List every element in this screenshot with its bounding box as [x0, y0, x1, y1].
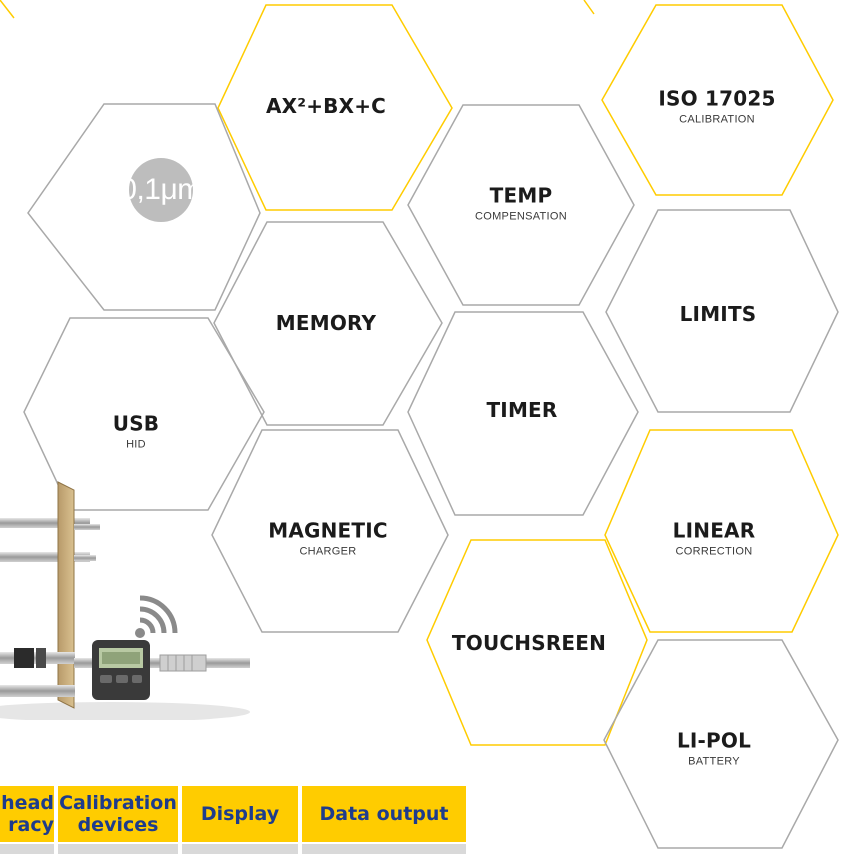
hex-label-magnetic: MAGNETIC CHARGER	[268, 519, 388, 558]
table-row-strip	[182, 844, 298, 854]
table-header-cell: Display	[182, 786, 298, 842]
table-row-strip	[302, 844, 466, 854]
table-header-cell: Data output	[302, 786, 466, 842]
hex-label-limits: LIMITS	[680, 302, 757, 326]
hex-title: ISO 17025	[658, 86, 776, 111]
frame-plate	[57, 481, 75, 709]
table-header-label: Data output	[319, 803, 449, 825]
hex-subtitle: CORRECTION	[675, 545, 753, 558]
hex-edge-fragment	[0, 0, 15, 19]
hex-title: TEMP	[489, 183, 553, 208]
spec-table-header: head racy Calibration devices Display Da…	[0, 786, 466, 842]
table-header-cell: Calibration devices	[58, 786, 178, 842]
table-header-cell: head racy	[0, 786, 54, 842]
hex-subtitle: HID	[126, 438, 146, 451]
table-row-strip	[58, 844, 178, 854]
hex-title: MAGNETIC	[268, 518, 388, 543]
hex-edge-fragment	[583, 0, 595, 15]
hex-subtitle: COMPENSATION	[474, 210, 568, 223]
hex-subtitle: BATTERY	[688, 755, 740, 768]
hex-label-linear: LINEAR CORRECTION	[673, 519, 756, 558]
hex-title: LINEAR	[672, 518, 756, 543]
frame-rod	[0, 685, 75, 697]
hex-title: LIMITS	[679, 302, 757, 326]
feature-graphic: 0,1μm AX²+BX+C ISO 17025 CALIBRATION TEM…	[0, 0, 858, 854]
hex-subtitle: CHARGER	[299, 545, 357, 558]
hex-title: LI-POL	[676, 728, 752, 753]
resolution-badge-text: 0,1μm	[120, 173, 202, 206]
hex-label-lipol: LI-POL BATTERY	[677, 729, 751, 768]
hex-label-touchscreen: TOUCHSREEN	[452, 631, 606, 655]
table-header-label: head racy	[1, 792, 54, 836]
hex-label-timer: TIMER	[486, 398, 557, 422]
hex-label-ax2bxc: AX²+BX+C	[266, 94, 386, 118]
hex-title: TIMER	[486, 398, 558, 422]
hex-title: TOUCHSREEN	[451, 631, 607, 655]
hex-label-usb: USB HID	[113, 412, 160, 451]
hex-title: MEMORY	[275, 311, 377, 335]
hex-label-iso17025: ISO 17025 CALIBRATION	[658, 87, 775, 126]
table-header-label: Display	[200, 803, 280, 825]
hex-title: USB	[112, 411, 160, 436]
hex-subtitle: CALIBRATION	[679, 113, 755, 126]
hex-title: AX²+BX+C	[265, 94, 387, 118]
hex-label-memory: MEMORY	[276, 311, 376, 335]
wifi-signal-icon	[135, 595, 178, 638]
table-row-strip	[0, 844, 54, 854]
table-header-label: Calibration devices	[59, 792, 177, 836]
hex-label-temp: TEMP COMPENSATION	[475, 184, 567, 223]
product-photo	[0, 481, 250, 720]
